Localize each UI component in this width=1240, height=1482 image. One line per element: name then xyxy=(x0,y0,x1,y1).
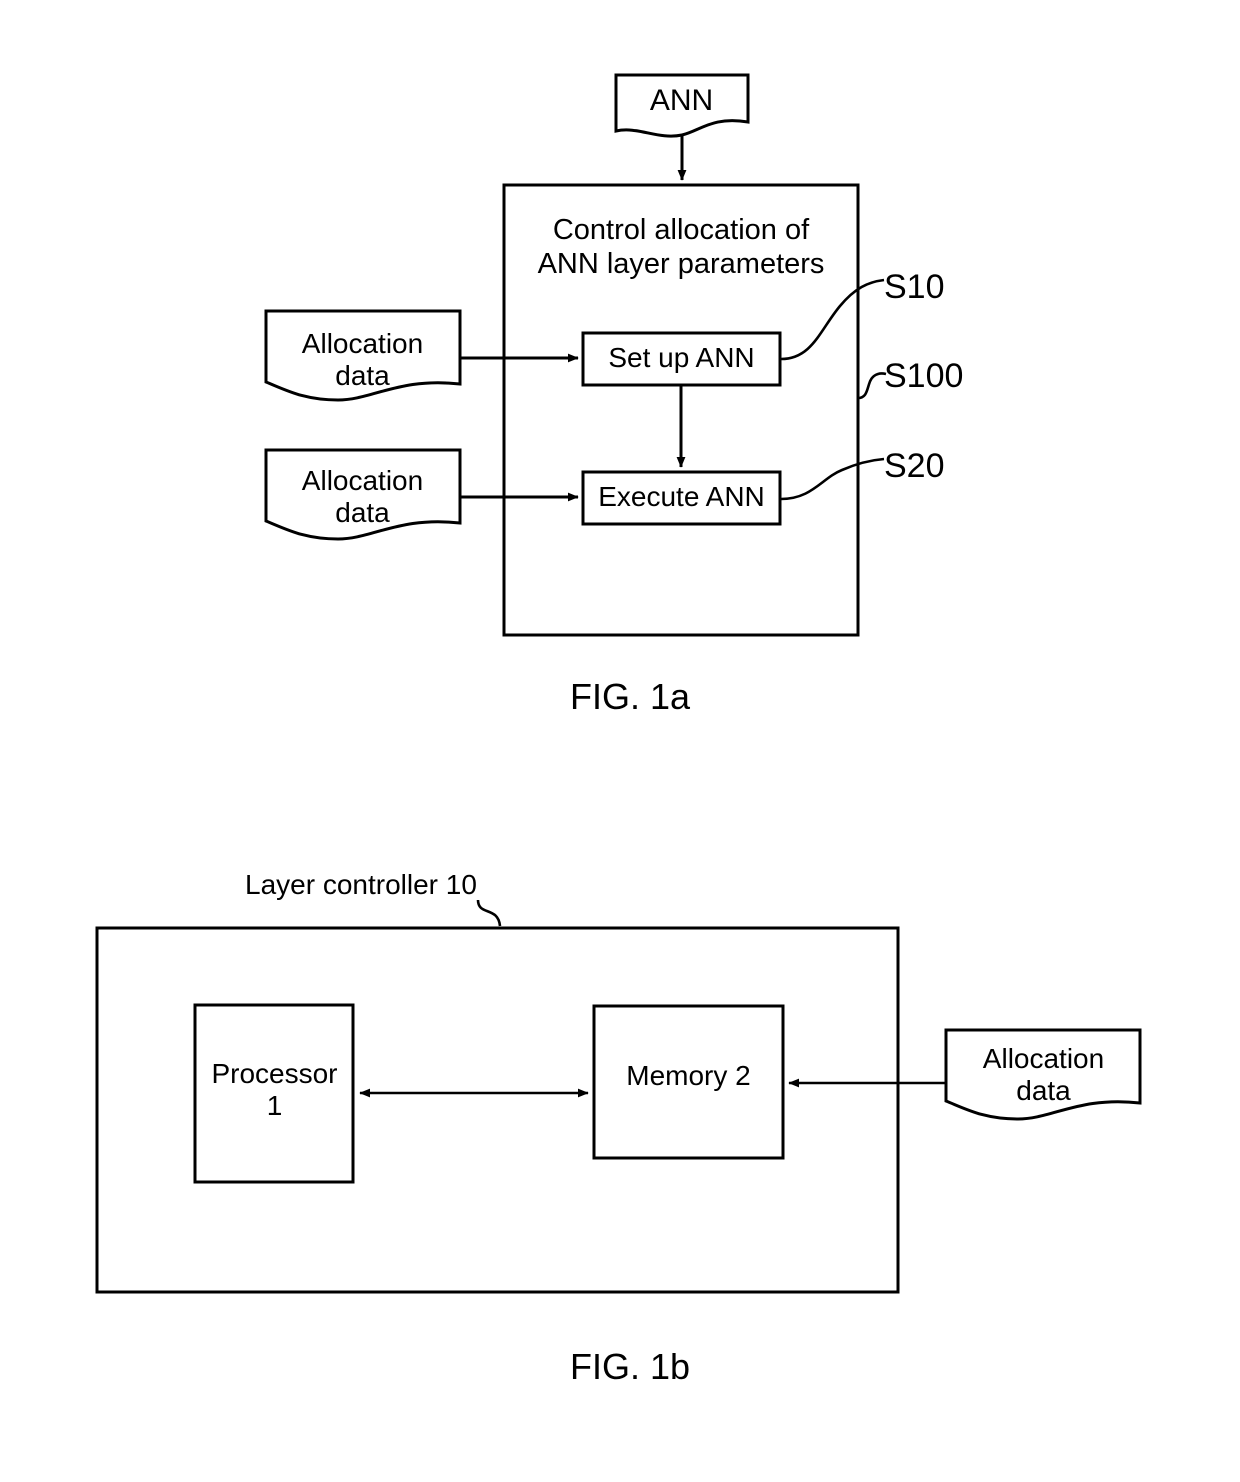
allocation-data-top-label: Allocation data xyxy=(301,328,424,392)
ann-input-label: ANN xyxy=(649,84,714,117)
processor-label: Processor 1 xyxy=(211,1058,338,1122)
figure-caption-1b: FIG. 1b xyxy=(569,1346,691,1387)
reference-label-s20: S20 xyxy=(884,447,945,485)
allocation-data-right-label: Allocation data xyxy=(982,1043,1105,1107)
figure-sheet: ANN Control allocation of ANN layer para… xyxy=(0,0,1240,1482)
figure-caption-1a: FIG. 1a xyxy=(569,676,691,717)
leader-line-layer-controller xyxy=(476,899,502,927)
reference-label-s10: S10 xyxy=(884,268,945,306)
execute-ann-label: Execute ANN xyxy=(598,481,765,512)
memory-label: Memory 2 xyxy=(626,1060,751,1091)
leader-line-s100 xyxy=(857,372,887,400)
setup-ann-label: Set up ANN xyxy=(608,342,755,373)
control-allocation-title: Control allocation of ANN layer paramete… xyxy=(537,214,825,280)
reference-label-s100: S100 xyxy=(884,357,964,395)
layer-controller-label: Layer controller 10 xyxy=(245,869,477,900)
allocation-data-bottom-label: Allocation data xyxy=(301,465,424,529)
